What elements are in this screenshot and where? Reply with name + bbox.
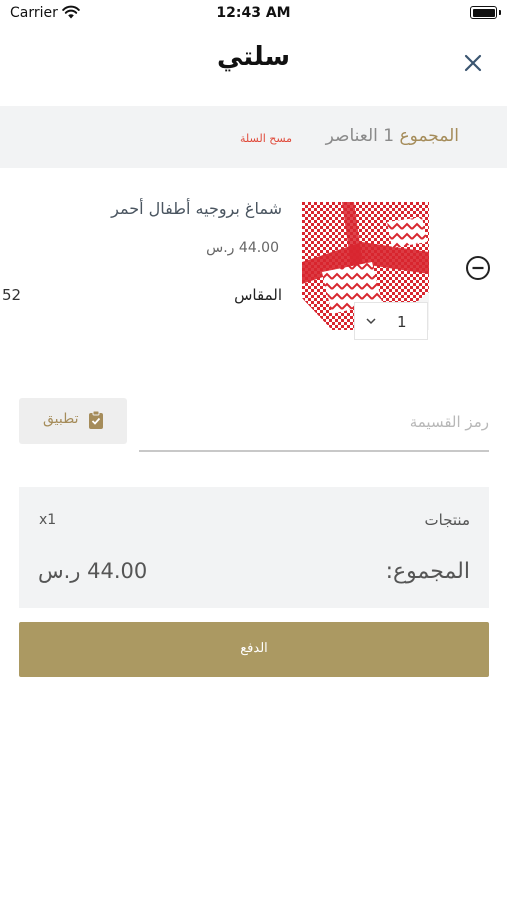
order-total-label: المجموع: [385, 559, 470, 584]
cart-total-items: المجموع 1 العناصر [326, 126, 459, 146]
page-title: سلتي [216, 42, 291, 72]
order-summary-box: منتجات x1 المجموع: 44.00 ر.س [19, 487, 489, 608]
status-bar: Carrier 12:43 AM [0, 0, 507, 28]
products-count: x1 [39, 512, 57, 528]
product-price: 44.00 ر.س [206, 240, 279, 256]
coupon-code-input[interactable] [139, 402, 489, 442]
item-count: 1 [383, 126, 395, 146]
close-button[interactable] [455, 45, 491, 81]
cart-summary-bar: المجموع 1 العناصر مسح السلة [0, 106, 507, 168]
cart-item: شماغ بروجيه أطفال أحمر 44.00 ر.س المقاس … [0, 168, 507, 348]
nav-header: سلتي [0, 28, 507, 98]
status-time: 12:43 AM [216, 5, 291, 21]
apply-coupon-button[interactable]: تطبيق [19, 398, 127, 444]
checkout-button[interactable]: الدفع [19, 622, 489, 677]
chevron-down-icon [366, 318, 376, 325]
coupon-input-underline [139, 450, 489, 452]
total-label: المجموع [399, 126, 459, 146]
clear-cart-link[interactable]: مسح السلة [240, 132, 292, 145]
close-icon [464, 54, 482, 72]
size-value: 52 [2, 286, 22, 304]
battery-icon [470, 6, 497, 19]
product-name[interactable]: شماغ بروجيه أطفال أحمر [111, 199, 282, 218]
products-label: منتجات [424, 511, 470, 529]
quantity-value: 1 [397, 313, 407, 331]
checkout-label: الدفع [240, 640, 268, 655]
order-total-value: 44.00 ر.س [38, 559, 148, 583]
clipboard-check-icon [89, 411, 103, 429]
remove-item-icon[interactable] [465, 255, 491, 281]
size-label: المقاس [234, 286, 282, 304]
quantity-select[interactable]: 1 [354, 302, 428, 340]
battery-tip [499, 10, 501, 15]
items-word: العناصر [325, 126, 378, 146]
apply-coupon-label: تطبيق [43, 411, 79, 427]
